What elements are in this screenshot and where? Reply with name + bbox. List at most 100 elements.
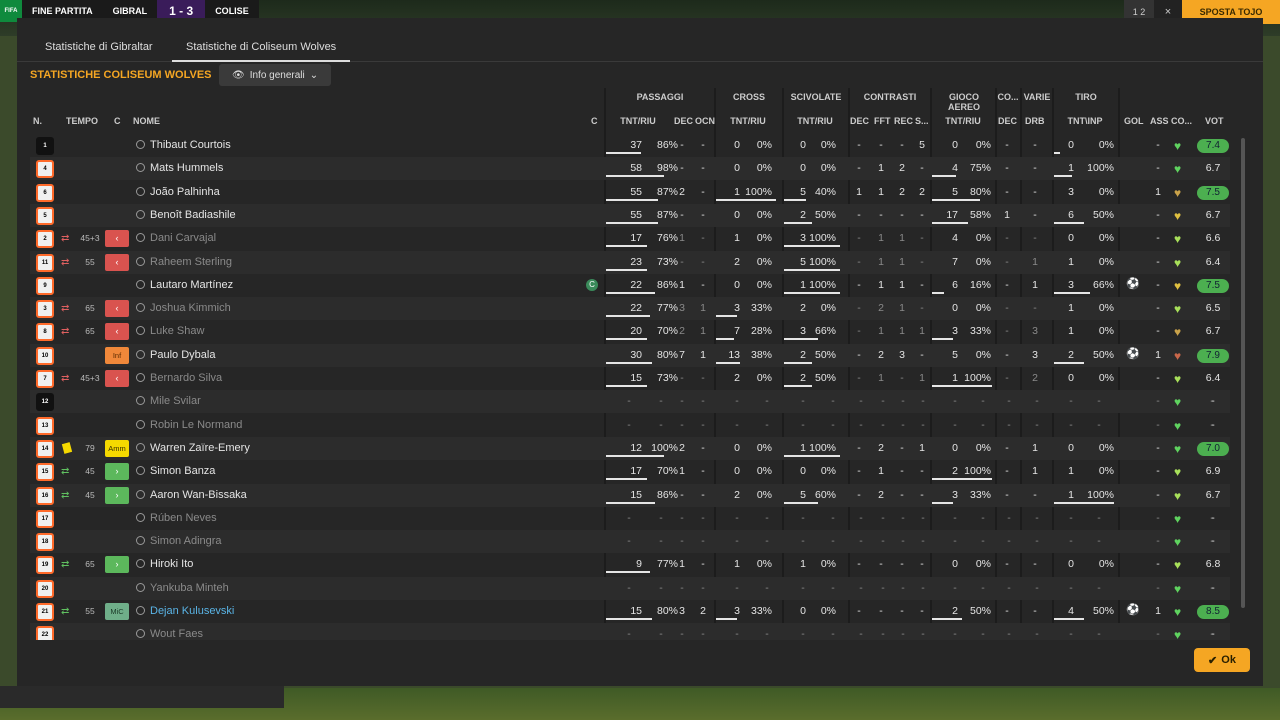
stat-tiro-inp: 0% xyxy=(1098,255,1114,268)
player-name[interactable]: Raheem Sterling xyxy=(150,251,232,274)
stat-con-fft: 1 xyxy=(878,372,884,384)
table-row[interactable]: 11 ⇄ 55 ‹ Raheem Sterling 23 73% - -2 0% 5 100% -1 1-… xyxy=(30,250,1230,274)
col-tempo[interactable]: TEMPO xyxy=(66,116,98,126)
player-name[interactable]: Mats Hummels xyxy=(150,157,223,180)
player-name[interactable]: Simon Adingra xyxy=(150,530,222,553)
table-row[interactable]: 5 Benoît Badiashile 55 87% - -0 0% 2 50% - - - -17 58… xyxy=(30,203,1230,227)
col-con-fft[interactable]: FFT xyxy=(874,116,891,126)
col-pass-dec[interactable]: DEC xyxy=(674,116,693,126)
table-row[interactable]: 4 Mats Hummels 58 98% - -0 0% 0 0% -1 2-4 75% - -1 100… xyxy=(30,157,1230,181)
view-dropdown[interactable]: 👁 Info generali ⌄ xyxy=(219,64,331,86)
tab-gibraltar[interactable]: Statistiche di Gibraltar xyxy=(31,18,167,62)
player-name[interactable]: Rúben Neves xyxy=(150,507,217,530)
col-c2[interactable]: C xyxy=(591,116,598,126)
stat-tiro-tnt: 1 xyxy=(1068,325,1074,338)
player-name[interactable]: Lautaro Martínez xyxy=(150,274,233,297)
empty-stat: - xyxy=(680,535,684,548)
stat-con-rec: 1 xyxy=(899,302,905,315)
player-name[interactable]: Aaron Wan-Bissaka xyxy=(150,484,247,507)
col-co2[interactable]: CO... xyxy=(1171,116,1192,126)
player-name[interactable]: Dani Carvajal xyxy=(150,227,216,250)
sub-in-icon: › xyxy=(105,486,129,504)
stat-ass: 1 xyxy=(1155,348,1161,361)
player-name[interactable]: João Palhinha xyxy=(150,181,220,204)
sub-out-icon: ‹ xyxy=(105,230,129,248)
table-row[interactable]: 6 João Palhinha 55 87% 2-1 100% 5 40% 1 1 2 2 5 80% - -… xyxy=(30,181,1230,204)
col-con-dec[interactable]: DEC xyxy=(850,116,869,126)
stat-var-drb: - xyxy=(1033,605,1037,617)
table-row[interactable]: 19 ⇄ 65 › Hiroki Ito 9 77% 1-1 0% 1 0% - - - -0 0% - -0 0%… xyxy=(30,553,1230,576)
player-profile-icon xyxy=(136,489,145,499)
player-name[interactable]: Robin Le Normand xyxy=(150,414,242,437)
col-tiro-tr[interactable]: TNT\INP xyxy=(1064,116,1106,126)
col-nome[interactable]: NOME xyxy=(133,116,160,126)
col-n[interactable]: N. xyxy=(33,116,42,126)
table-row[interactable]: 20 Yankuba Minteh - - - - - - - - - - - - - - - - - - - - ♥ - xyxy=(30,576,1230,600)
col-cross-tr[interactable]: TNT/RIU xyxy=(728,116,768,126)
empty-stat: - xyxy=(1007,418,1011,431)
empty-stat: - xyxy=(1097,535,1101,548)
player-name[interactable]: Thibaut Courtois xyxy=(150,134,231,157)
table-row[interactable]: 9 Lautaro Martínez C 22 86% 1-0 0% 1 100% -1 1-6 16… xyxy=(30,274,1230,297)
morale-heart-icon: ♥ xyxy=(1174,581,1182,596)
col-vot[interactable]: VOT xyxy=(1205,116,1224,126)
stat-cross-riu: 0% xyxy=(756,208,772,221)
group-aereo: GIOCO AEREO xyxy=(947,92,980,112)
col-co-dec[interactable]: DEC xyxy=(998,116,1017,126)
ok-button[interactable]: ✔ Ok xyxy=(1194,648,1250,672)
col-gol[interactable]: GOL xyxy=(1124,116,1144,126)
empty-stat: - xyxy=(627,511,631,524)
table-row[interactable]: 17 Rúben Neves - - - - - - - - - - - - - - - - - - - - ♥ - xyxy=(30,507,1230,530)
morale-heart-icon: ♥ xyxy=(1174,348,1182,363)
col-var-drb[interactable]: DRB xyxy=(1025,116,1045,126)
stat-co-dec: - xyxy=(1005,488,1009,501)
table-row[interactable]: 22 Wout Faes - - - - - - - - - - - - - - - - - - - - ♥ - xyxy=(30,623,1230,640)
scrollbar[interactable] xyxy=(1241,138,1245,608)
table-row[interactable]: 1 Thibaut Courtois 37 86% - -0 0% 0 0% - - -5 0 0% - -0… xyxy=(30,134,1230,157)
col-ass[interactable]: ASS xyxy=(1150,116,1169,126)
player-name[interactable]: Mile Svilar xyxy=(150,390,201,413)
sub-arrows-icon: ⇄ xyxy=(61,303,70,315)
table-row[interactable]: 21 ⇄ 55 MiC Dejan Kulusevski 15 80% 3 2 3 33% 0 0% - -… xyxy=(30,600,1230,623)
table-row[interactable]: 13 Robin Le Normand - - - - - - - - - - - - - - - - - - - - ♥ - xyxy=(30,414,1230,437)
player-name[interactable]: Yankuba Minteh xyxy=(150,577,229,600)
table-row[interactable]: 18 Simon Adingra - - - - - - - - - - - - - - - - - - - - ♥ - xyxy=(30,530,1230,554)
player-name[interactable]: Luke Shaw xyxy=(150,320,204,343)
col-c[interactable]: C xyxy=(114,116,121,126)
table-row[interactable]: 8 ⇄ 65 ‹ Luke Shaw 20 70% 2 1 7 28% 3 66% -1 1 1 3 33% -3 1… xyxy=(30,320,1230,343)
player-name[interactable]: Warren Zaïre-Emery xyxy=(150,437,250,460)
stat-aer-riu: 0% xyxy=(975,558,991,571)
tab-coliseum[interactable]: Statistiche di Coliseum Wolves xyxy=(172,18,351,62)
stat-pass-ocn: 1 xyxy=(700,348,706,361)
stat-con-fft: - xyxy=(879,139,883,151)
table-row[interactable]: 16 ⇄ 45 › Aaron Wan-Bissaka 15 86% - -2 0% 5 60% -2-… xyxy=(30,483,1230,507)
stat-pass-dec: 1 xyxy=(679,558,685,571)
table-row[interactable]: 3 ⇄ 65 ‹ Joshua Kimmich 22 77% 3 1 3 33% 2 0% -2 1-0 0%… xyxy=(30,297,1230,321)
col-pass-ocn[interactable]: OCN xyxy=(695,116,715,126)
player-name[interactable]: Paulo Dybala xyxy=(150,344,215,367)
success-bar xyxy=(606,291,655,294)
stat-con-rec: 1 xyxy=(899,325,905,338)
table-row[interactable]: 12 Mile Svilar - - - - - - - - - - - - - - - - - - - - ♥ - xyxy=(30,390,1230,414)
col-sciv-tr[interactable]: TNT/RIU xyxy=(795,116,835,126)
player-name[interactable]: Wout Faes xyxy=(150,623,203,640)
col-con-s[interactable]: S... xyxy=(915,116,929,126)
shirt-number: 14 xyxy=(36,439,54,458)
player-name[interactable]: Hiroki Ito xyxy=(150,553,193,576)
stat-tiro-inp: 0% xyxy=(1098,139,1114,151)
col-con-rec[interactable]: REC xyxy=(894,116,913,126)
stat-cross-riu: 0% xyxy=(756,278,772,291)
player-name[interactable]: Dejan Kulusevski xyxy=(150,600,234,623)
table-row[interactable]: 2 ⇄ 45+3 ‹ Dani Carvajal 17 76% 1-1 0% 3 100% -1 1-4… xyxy=(30,227,1230,250)
col-aer-tr[interactable]: TNT/RIU xyxy=(943,116,983,126)
table-row[interactable]: 10 Inf Paulo Dybala 30 80% 7 1 13 38% 2 50% -2 3-5 0%… xyxy=(30,343,1230,367)
table-row[interactable]: 15 ⇄ 45 › Simon Banza 17 70% 1-0 0% 0 0% -1- -2 100% -… xyxy=(30,460,1230,483)
col-pass-tr[interactable]: TNT/RIU xyxy=(618,116,658,126)
table-row[interactable]: 7 ⇄ 45+3 ‹ Bernardo Silva 15 73% - -2 0% 2 50% -1-1 1… xyxy=(30,367,1230,390)
player-name[interactable]: Bernardo Silva xyxy=(150,367,222,390)
player-name[interactable]: Benoît Badiashile xyxy=(150,204,236,227)
player-name[interactable]: Joshua Kimmich xyxy=(150,297,231,320)
player-name[interactable]: Simon Banza xyxy=(150,460,215,483)
table-row[interactable]: 14 79 Amm Warren Zaïre-Emery 12 100% 2-0 0% 1 100… xyxy=(30,436,1230,460)
minute: 45+3 xyxy=(80,373,100,383)
